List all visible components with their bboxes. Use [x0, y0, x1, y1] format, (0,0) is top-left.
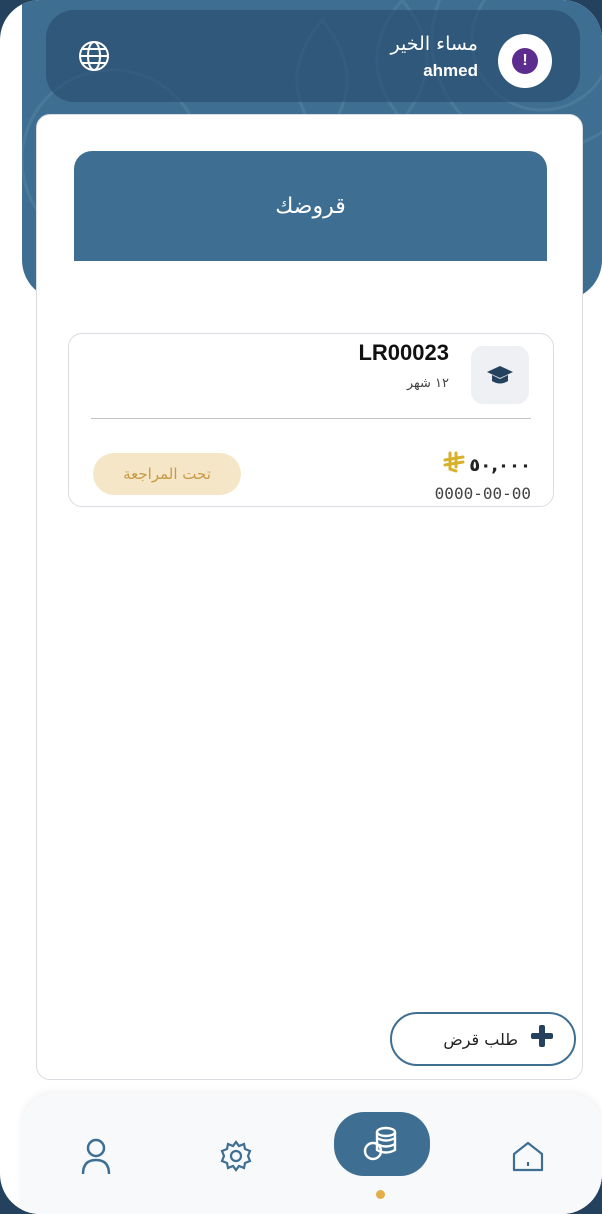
nav-settings[interactable] — [214, 1134, 258, 1178]
divider — [91, 418, 531, 419]
loan-card[interactable]: LR00023 ١٢ شهر ٥٠,٠٠٠ 0000-00-00 تحت الم… — [68, 333, 554, 507]
loan-amount: ٥٠,٠٠٠ — [469, 454, 531, 476]
nav-loans[interactable] — [334, 1112, 430, 1176]
loan-type-badge — [471, 346, 529, 404]
riyal-icon — [441, 450, 465, 480]
nav-profile[interactable] — [74, 1134, 118, 1178]
loan-id: LR00023 — [358, 340, 449, 365]
loan-term: ١٢ شهر — [406, 376, 449, 391]
settings-icon — [220, 1140, 252, 1172]
page-title: قروضك — [74, 151, 547, 261]
request-loan-label: طلب قرض — [443, 1029, 518, 1049]
loans-icon — [363, 1126, 397, 1161]
request-loan-button[interactable]: طلب قرض — [390, 1012, 576, 1066]
nav-home[interactable] — [506, 1134, 550, 1178]
plus-icon — [530, 1024, 554, 1054]
loan-amount-row: ٥٠,٠٠٠ — [441, 450, 531, 480]
loan-date: 0000-00-00 — [434, 484, 531, 503]
globe-icon — [79, 41, 109, 71]
alert-icon: ! — [512, 48, 538, 74]
home-icon — [512, 1141, 544, 1172]
graduation-cap-icon — [487, 366, 513, 384]
avatar[interactable]: ! — [498, 34, 552, 88]
username: ahmed — [423, 61, 478, 80]
app-screen: مساء الخير ahmed ! قروضك LR00023 ١٢ شهر — [0, 0, 602, 1214]
greeting-text: مساء الخير — [390, 33, 478, 55]
greeting-block: مساء الخير ahmed — [391, 30, 478, 84]
active-indicator — [376, 1190, 385, 1199]
bottom-nav — [22, 1094, 602, 1214]
status-badge: تحت المراجعة — [93, 453, 241, 495]
profile-icon — [81, 1138, 111, 1175]
language-button[interactable] — [74, 36, 114, 76]
